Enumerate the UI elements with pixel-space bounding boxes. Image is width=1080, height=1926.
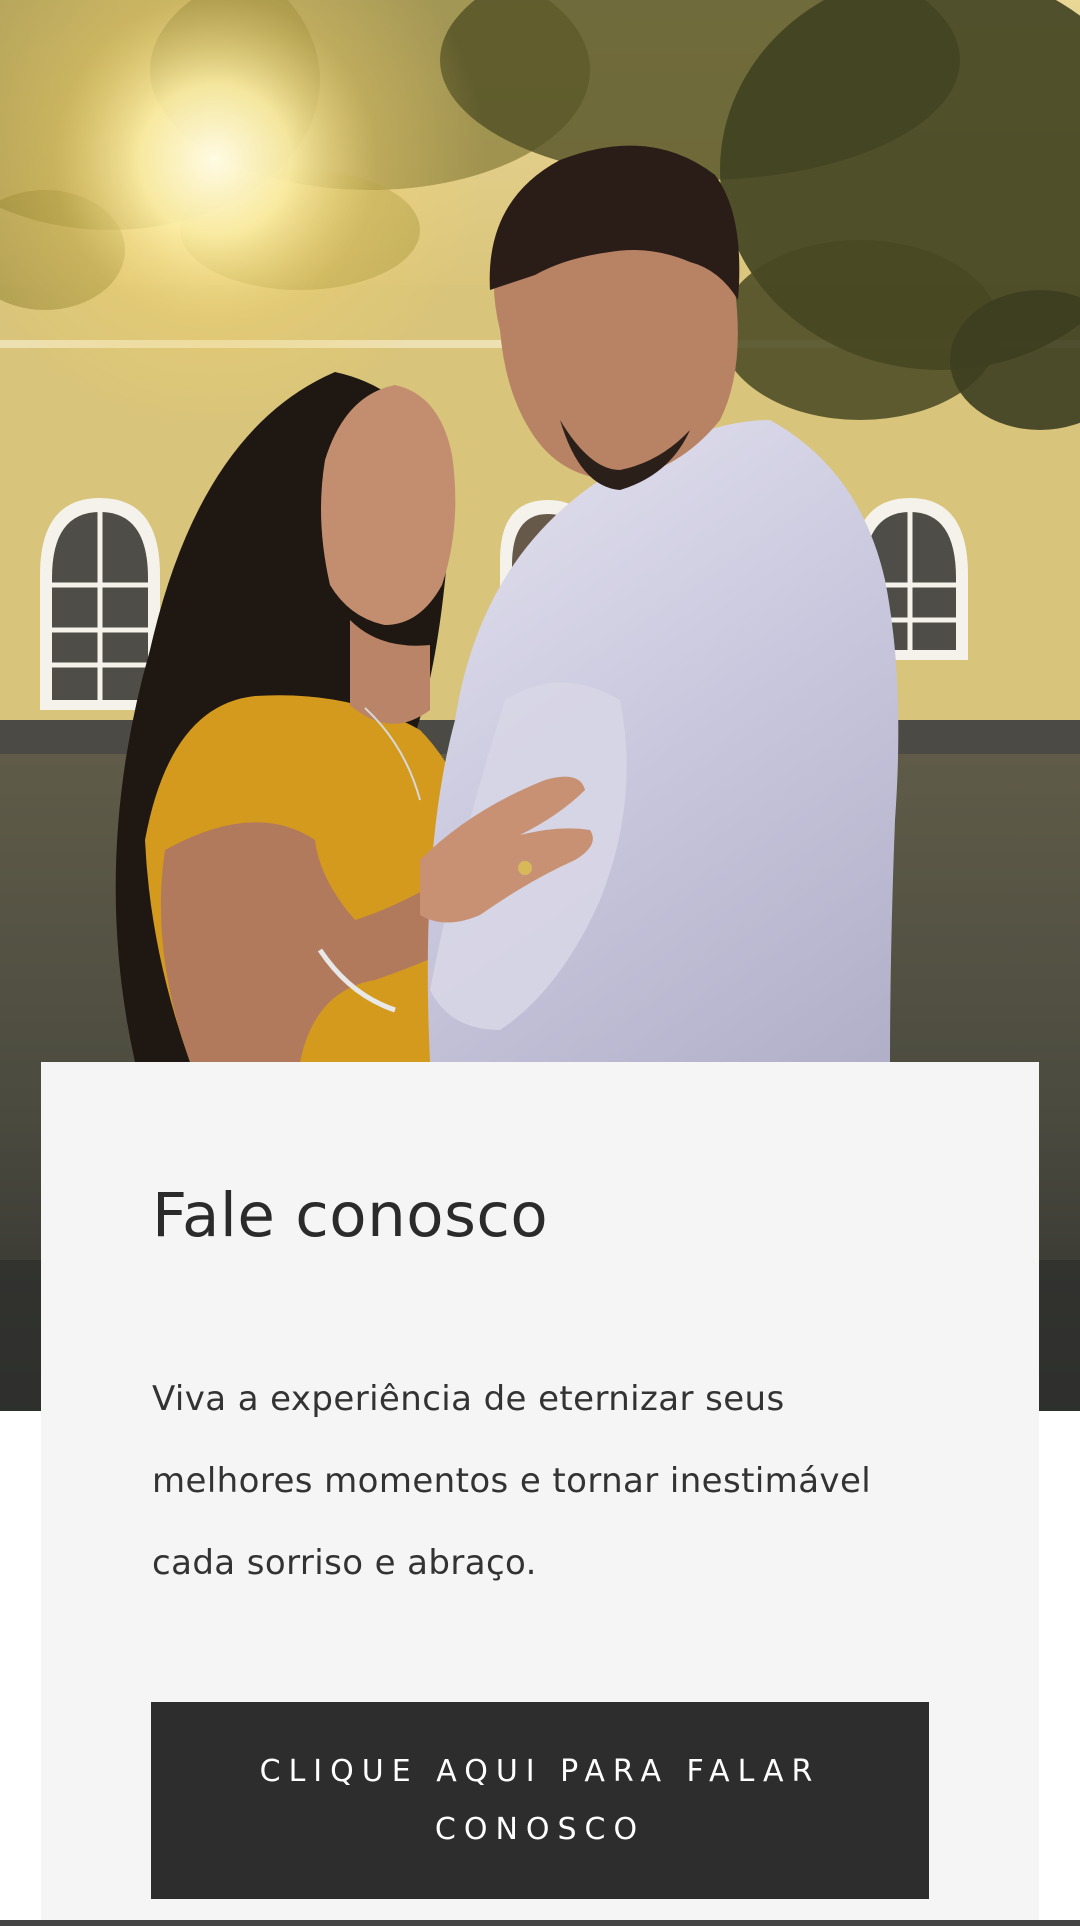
- window-left: [40, 498, 160, 710]
- contact-button[interactable]: CLIQUE AQUI PARA FALAR CONOSCO: [151, 1702, 929, 1899]
- ring: [518, 861, 532, 875]
- contact-card: Fale conosco Viva a experiência de etern…: [41, 1062, 1039, 1926]
- contact-description: Viva a experiência de eternizar seus mel…: [152, 1379, 872, 1583]
- bottom-edge: [0, 1920, 1080, 1926]
- page-title: Fale conosco: [152, 1180, 549, 1251]
